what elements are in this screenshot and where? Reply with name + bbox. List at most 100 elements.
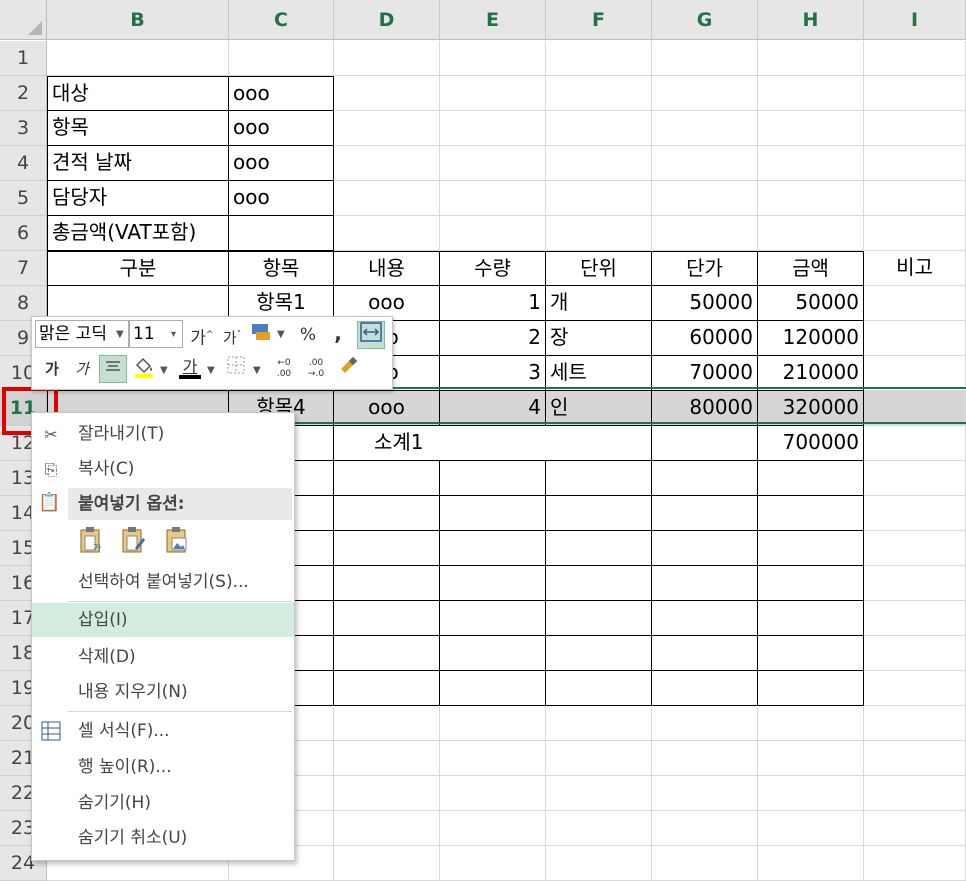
cell-g10[interactable]: 70000	[652, 356, 758, 391]
cell-f24[interactable]	[546, 846, 652, 881]
cell-h12[interactable]: 700000	[758, 426, 864, 461]
cell-h1[interactable]	[758, 41, 864, 76]
cell-h10[interactable]: 210000	[758, 356, 864, 391]
cell-g7[interactable]: 단가	[652, 251, 758, 286]
row-header-3[interactable]: 3	[0, 111, 47, 146]
cell-f12[interactable]	[546, 426, 652, 461]
cell-f19[interactable]	[546, 671, 652, 706]
cell-i14[interactable]	[864, 496, 966, 531]
center-align-button[interactable]	[99, 355, 127, 383]
cell-e19[interactable]	[440, 671, 546, 706]
cell-f1[interactable]	[546, 41, 652, 76]
cell-i24[interactable]	[864, 846, 966, 881]
cell-e9[interactable]: 2	[440, 321, 546, 356]
font-color-button[interactable]: 가	[176, 353, 204, 381]
cell-d12[interactable]: 소계1	[334, 426, 440, 461]
cell-h11[interactable]: 320000	[758, 391, 864, 426]
comma-style-button[interactable]: ,	[324, 319, 352, 347]
column-header-c[interactable]: C	[229, 0, 334, 40]
fill-color-button[interactable]	[130, 355, 158, 383]
cell-e8[interactable]: 1	[440, 286, 546, 321]
cell-h2[interactable]	[758, 76, 864, 111]
cell-i22[interactable]	[864, 776, 966, 811]
cell-f21[interactable]	[546, 741, 652, 776]
cell-f11[interactable]: 인	[546, 391, 652, 426]
cell-i23[interactable]	[864, 811, 966, 846]
cell-c6[interactable]	[229, 216, 334, 251]
bold-button[interactable]: 가	[38, 355, 66, 383]
cell-e2[interactable]	[440, 76, 546, 111]
grow-font-button[interactable]: 가^	[188, 321, 216, 349]
cell-h15[interactable]	[758, 531, 864, 566]
cell-e1[interactable]	[440, 41, 546, 76]
cell-f16[interactable]	[546, 566, 652, 601]
cell-i19[interactable]	[864, 671, 966, 706]
italic-button[interactable]: 가	[68, 355, 96, 383]
cell-d2[interactable]	[334, 76, 440, 111]
cell-h9[interactable]: 120000	[758, 321, 864, 356]
cell-c2[interactable]: ooo	[229, 76, 334, 111]
cell-e24[interactable]	[440, 846, 546, 881]
cell-h24[interactable]	[758, 846, 864, 881]
menu-item-hide[interactable]: 숨기기(H)	[32, 786, 294, 820]
cell-f20[interactable]	[546, 706, 652, 741]
cell-d5[interactable]	[334, 181, 440, 216]
cell-g21[interactable]	[652, 741, 758, 776]
cell-g13[interactable]	[652, 461, 758, 496]
cell-d6[interactable]	[334, 216, 440, 251]
cell-i13[interactable]	[864, 461, 966, 496]
cell-f8[interactable]: 개	[546, 286, 652, 321]
menu-item-unhide[interactable]: 숨기기 취소(U)	[32, 821, 294, 855]
cell-d21[interactable]	[334, 741, 440, 776]
cell-f17[interactable]	[546, 601, 652, 636]
menu-item-clear-contents[interactable]: 내용 지우기(N)	[32, 675, 294, 709]
cell-h14[interactable]	[758, 496, 864, 531]
cell-i1[interactable]	[864, 41, 966, 76]
cell-f2[interactable]	[546, 76, 652, 111]
cell-f23[interactable]	[546, 811, 652, 846]
cell-i18[interactable]	[864, 636, 966, 671]
increase-decimal-button[interactable]: ←0 .00	[270, 355, 298, 383]
cell-d15[interactable]	[334, 531, 440, 566]
cell-d14[interactable]	[334, 496, 440, 531]
cell-f6[interactable]	[546, 216, 652, 251]
cell-f7[interactable]: 단위	[546, 251, 652, 286]
cell-h17[interactable]	[758, 601, 864, 636]
cell-e16[interactable]	[440, 566, 546, 601]
percent-style-button[interactable]: %	[294, 321, 322, 349]
cell-i7[interactable]: 비고	[864, 251, 966, 286]
cell-c5[interactable]: ooo	[229, 181, 334, 216]
cell-f13[interactable]	[546, 461, 652, 496]
cell-h16[interactable]	[758, 566, 864, 601]
font-name-dropdown[interactable]: 맑은 고딕	[35, 320, 129, 348]
cell-h8[interactable]: 50000	[758, 286, 864, 321]
cell-f18[interactable]	[546, 636, 652, 671]
cell-f5[interactable]	[546, 181, 652, 216]
cell-g18[interactable]	[652, 636, 758, 671]
cell-b3[interactable]: 항목	[47, 111, 229, 146]
menu-item-cut[interactable]: ✂ 잘라내기(T)	[32, 417, 294, 451]
cell-d17[interactable]	[334, 601, 440, 636]
column-header-e[interactable]: E	[440, 0, 546, 40]
cell-g16[interactable]	[652, 566, 758, 601]
cell-i16[interactable]	[864, 566, 966, 601]
paste-formulas-button[interactable]	[118, 526, 148, 558]
menu-item-copy[interactable]: ⎘ 복사(C)	[32, 452, 294, 486]
menu-item-delete[interactable]: 삭제(D)	[32, 640, 294, 674]
accounting-format-button[interactable]	[248, 321, 276, 349]
cell-g4[interactable]	[652, 146, 758, 181]
cell-d24[interactable]	[334, 846, 440, 881]
cell-d3[interactable]	[334, 111, 440, 146]
cell-d22[interactable]	[334, 776, 440, 811]
cell-c1[interactable]	[229, 41, 334, 76]
cell-b5[interactable]: 담당자	[47, 181, 229, 216]
borders-button[interactable]	[222, 355, 250, 383]
cell-h19[interactable]	[758, 671, 864, 706]
cell-f9[interactable]: 장	[546, 321, 652, 356]
cell-i12[interactable]	[864, 426, 966, 461]
cell-i9[interactable]	[864, 321, 966, 356]
paste-picture-button[interactable]	[162, 526, 192, 558]
cell-i11[interactable]	[864, 391, 966, 426]
row-header-1[interactable]: 1	[0, 41, 47, 76]
cell-h6[interactable]	[758, 216, 864, 251]
